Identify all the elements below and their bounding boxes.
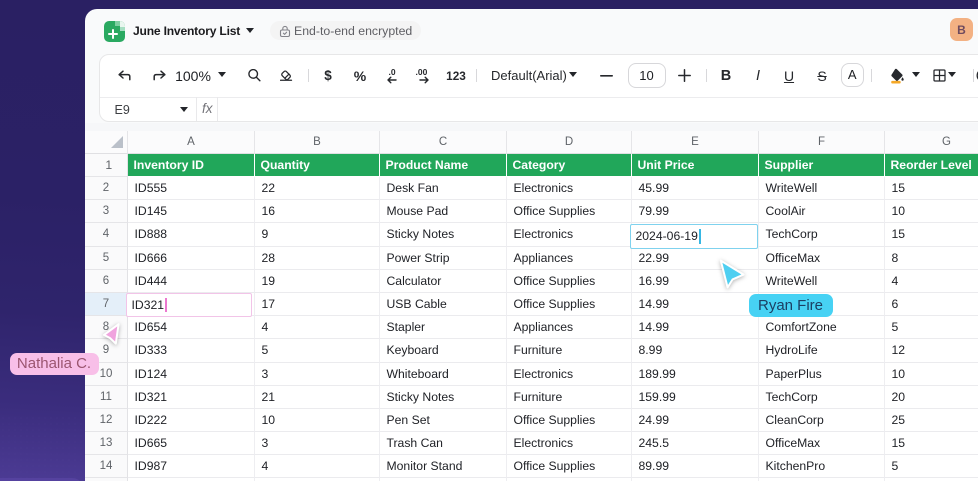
svg-text:.00: .00 [416,67,428,77]
svg-text:.0: .0 [388,67,395,77]
